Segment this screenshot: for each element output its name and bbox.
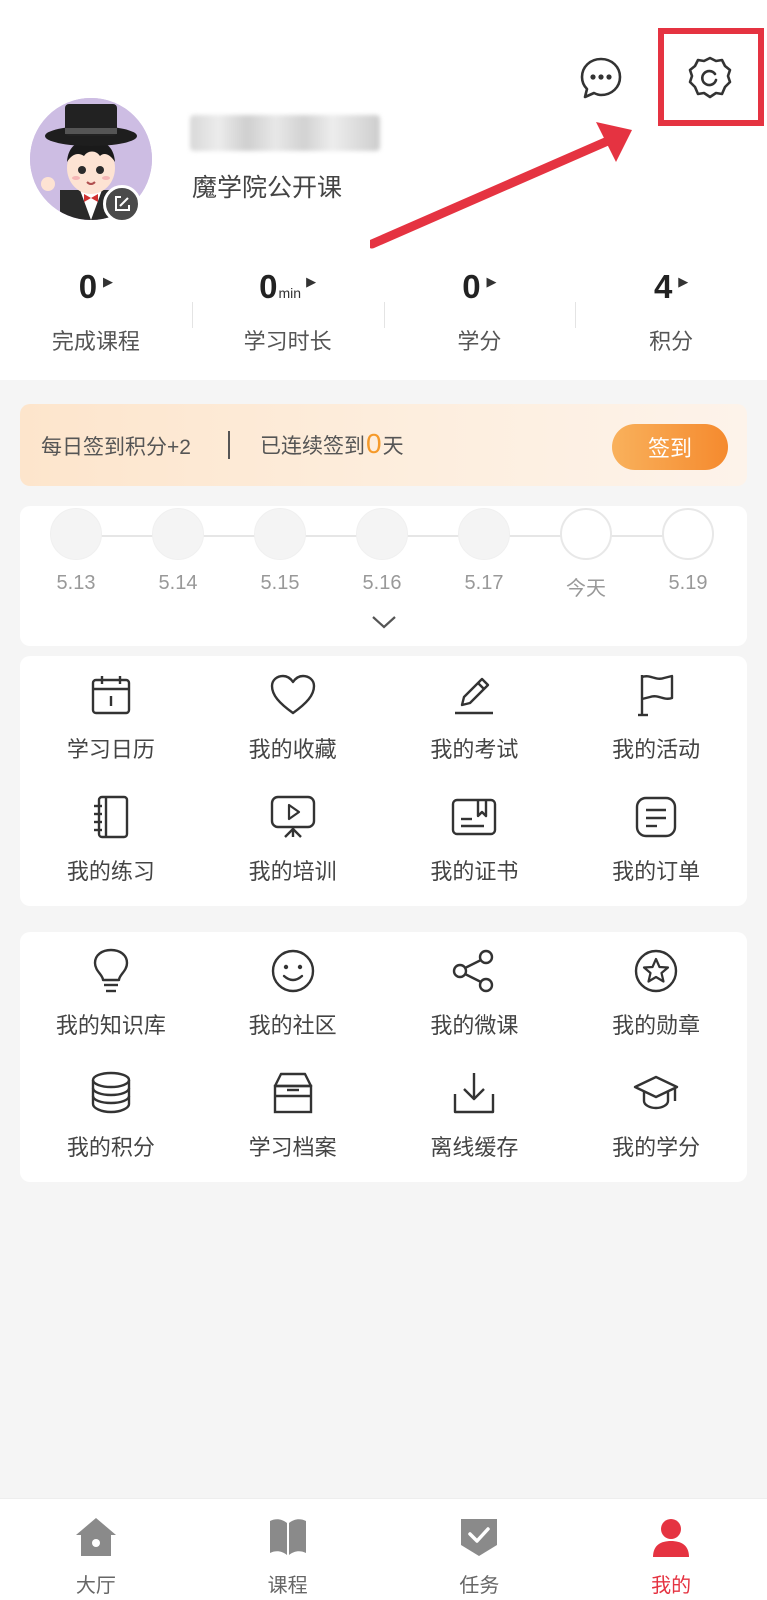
checkin-streak: 已连续签到 0 天 [260, 428, 404, 459]
grid-item-study-archive[interactable]: 学习档案 [202, 1054, 384, 1176]
presentation-icon [270, 795, 315, 838]
tab-tasks[interactable]: 任务 [384, 1499, 576, 1600]
share-icon [453, 949, 494, 993]
feature-grid-2: 我的知识库 我的社区 我的微课 我的勋章 我的积分 学习档案 离线缓存 我的学分 [20, 932, 747, 1182]
grid-item-credits[interactable]: 我的学分 [565, 1054, 747, 1176]
grid-item-offline-cache[interactable]: 离线缓存 [384, 1054, 566, 1176]
tab-mine[interactable]: 我的 [575, 1499, 767, 1600]
stat-points[interactable]: 4 ▶ 积分 [575, 268, 767, 368]
chat-bubble-icon [580, 57, 622, 99]
day-dot [254, 508, 306, 560]
star-medal-icon [634, 949, 678, 993]
smiley-icon [271, 949, 314, 993]
stat-value: 0 ▶ [78, 268, 114, 305]
caret-right-icon: ▶ [103, 274, 114, 289]
username-blurred [190, 115, 380, 151]
task-shield-icon [461, 1519, 498, 1556]
annotation-arrow [370, 122, 632, 249]
chevron-down-icon[interactable] [371, 614, 397, 630]
stat-value: 0 ▶ [462, 268, 497, 305]
checkin-reward-text: 每日签到积分+2 [41, 436, 191, 459]
timeline-day: 5.19 [648, 508, 728, 595]
stat-study-duration[interactable]: 0 min ▶ 学习时长 [191, 268, 384, 368]
org-name: 魔学院公开课 [192, 174, 343, 202]
book-icon [269, 1519, 306, 1555]
grid-item-points[interactable]: 我的积分 [20, 1054, 202, 1176]
bottom-tab-bar: 大厅 课程 任务 我的 [0, 1498, 767, 1600]
checkin-banner: 每日签到积分+2 已连续签到 0 天 签到 [20, 404, 747, 486]
caret-right-icon: ▶ [486, 274, 497, 289]
home-icon [75, 1518, 116, 1556]
timeline-day: 5.16 [342, 508, 422, 595]
tab-hall[interactable]: 大厅 [0, 1499, 192, 1600]
archive-box-icon [273, 1072, 312, 1114]
grid-item-knowledge-base[interactable]: 我的知识库 [20, 932, 202, 1054]
notebook-icon [93, 795, 129, 839]
stat-label: 学习时长 [243, 329, 332, 354]
pencil-icon [455, 677, 494, 715]
stat-label: 积分 [649, 329, 694, 354]
calendar-icon [91, 676, 131, 715]
stat-label: 完成课程 [51, 329, 140, 354]
profile-icon [653, 1519, 690, 1557]
timeline-day: 5.13 [36, 508, 116, 595]
graduation-cap-icon [633, 1075, 679, 1110]
caret-right-icon: ▶ [678, 274, 689, 289]
stat-value: 0 min ▶ [259, 268, 317, 305]
message-button[interactable] [575, 52, 627, 104]
timeline-day: 5.17 [444, 508, 524, 595]
day-dot [152, 508, 204, 560]
divider [228, 431, 230, 459]
day-dot [560, 508, 612, 560]
grid-item-micro-courses[interactable]: 我的微课 [384, 932, 566, 1054]
streak-count: 0 [366, 428, 382, 459]
stat-value: 4 ▶ [653, 268, 689, 305]
tab-courses[interactable]: 课程 [192, 1499, 384, 1600]
grid-item-training[interactable]: 我的培训 [202, 778, 384, 900]
stats-row: 0 ▶ 完成课程 0 min ▶ 学习时长 0 ▶ 学分 4 ▶ 积分 [0, 268, 767, 368]
grid-item-orders[interactable]: 我的订单 [565, 778, 747, 900]
checkin-button[interactable]: 签到 [612, 424, 728, 470]
grid-item-exams[interactable]: 我的考试 [384, 656, 566, 778]
grid-item-activities[interactable]: 我的活动 [565, 656, 747, 778]
stat-label: 学分 [457, 329, 502, 354]
edit-avatar-button[interactable] [103, 185, 141, 223]
caret-right-icon: ▶ [306, 274, 317, 289]
timeline-day: 5.15 [240, 508, 320, 595]
grid-item-favorites[interactable]: 我的收藏 [202, 656, 384, 778]
feature-grid-1: 学习日历 我的收藏 我的考试 我的活动 我的练习 我的培训 我的证书 我的订单 [20, 656, 747, 906]
certificate-icon [452, 798, 497, 836]
day-dot [356, 508, 408, 560]
order-list-icon [635, 796, 677, 838]
grid-item-certificates[interactable]: 我的证书 [384, 778, 566, 900]
day-dot [50, 508, 102, 560]
day-dot [458, 508, 510, 560]
coin-stack-icon [91, 1071, 131, 1114]
flag-icon [638, 674, 674, 717]
stat-completed-courses[interactable]: 0 ▶ 完成课程 [0, 268, 192, 368]
grid-item-study-calendar[interactable]: 学习日历 [20, 656, 202, 778]
grid-item-practice[interactable]: 我的练习 [20, 778, 202, 900]
annotation-highlight-box [658, 28, 764, 126]
heart-icon [270, 674, 315, 715]
download-icon [454, 1073, 495, 1114]
timeline-day: 5.14 [138, 508, 218, 595]
timeline-day-today: 今天 [546, 508, 626, 601]
lightbulb-icon [93, 948, 129, 993]
checkin-timeline: 5.13 5.14 5.15 5.16 5.17 今天 5.19 [20, 506, 747, 646]
grid-item-medals[interactable]: 我的勋章 [565, 932, 747, 1054]
stat-credits[interactable]: 0 ▶ 学分 [383, 268, 576, 368]
day-dot [662, 508, 714, 560]
grid-item-community[interactable]: 我的社区 [202, 932, 384, 1054]
edit-icon [115, 196, 130, 211]
